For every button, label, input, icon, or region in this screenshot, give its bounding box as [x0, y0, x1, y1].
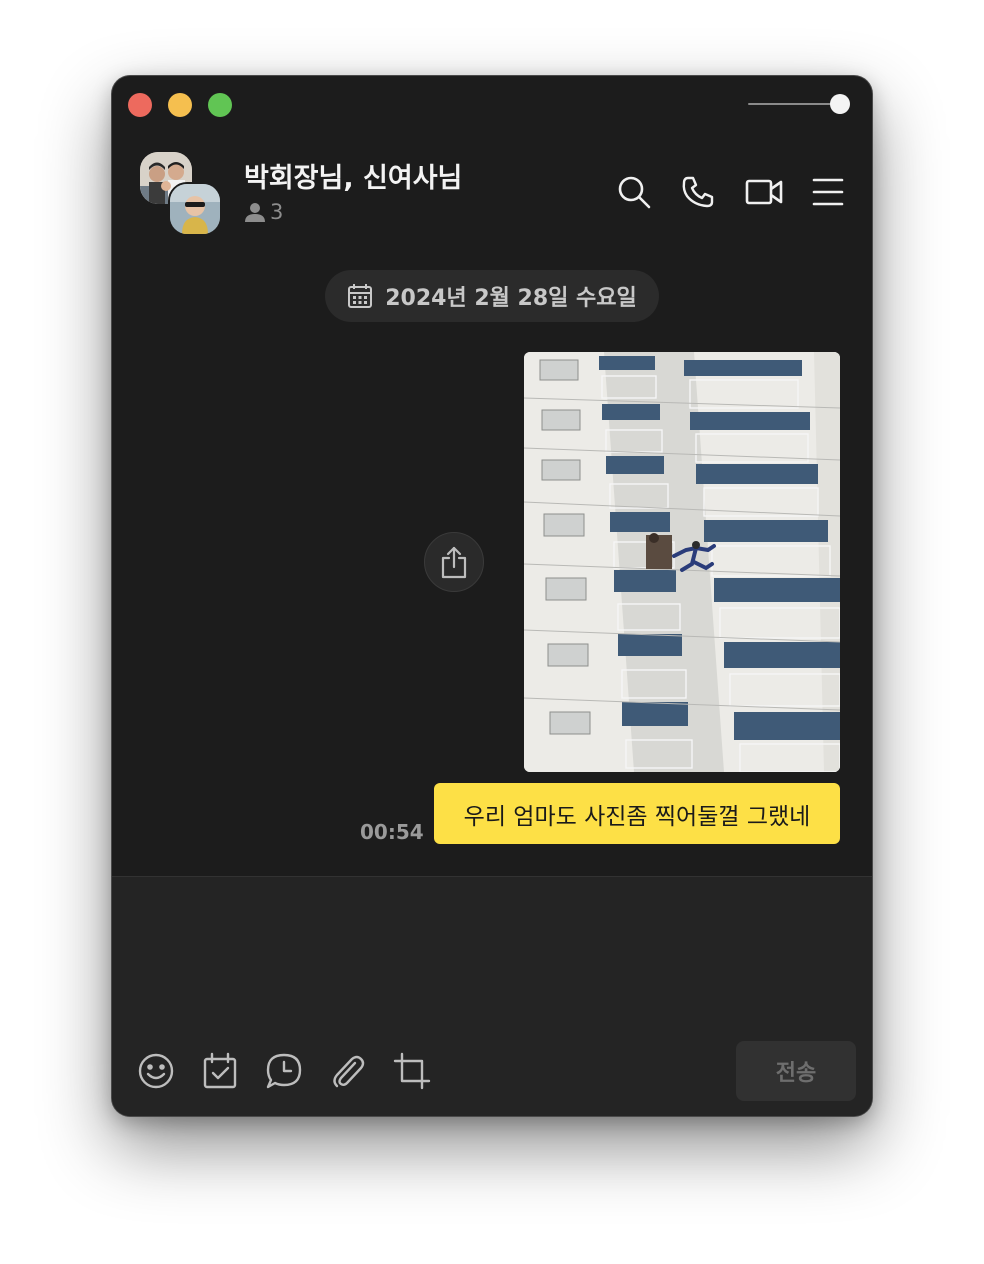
send-button[interactable]: 전송 [736, 1041, 856, 1101]
composer: 전송 [112, 876, 872, 1116]
room-avatar[interactable] [140, 152, 222, 236]
member-count[interactable]: 3 [244, 200, 283, 224]
emoji-icon[interactable] [136, 1051, 176, 1091]
person-icon [245, 203, 265, 222]
calendar-check-icon[interactable] [200, 1051, 240, 1091]
maximize-window-button[interactable] [208, 93, 232, 117]
minimize-window-button[interactable] [168, 93, 192, 117]
share-icon [441, 546, 467, 579]
message-time: 00:54 [360, 820, 424, 844]
crop-icon[interactable] [392, 1051, 432, 1091]
calendar-icon [348, 284, 373, 308]
message-photo[interactable] [524, 352, 840, 772]
paperclip-icon[interactable] [328, 1051, 368, 1091]
close-window-button[interactable] [128, 93, 152, 117]
member-count-value: 3 [270, 200, 284, 224]
chat-window: 박회장님, 신여사님 3 2024년 2월 28일 수요일 00:54 우리 엄… [112, 76, 872, 1116]
date-divider: 2024년 2월 28일 수요일 [325, 270, 659, 322]
date-label: 2024년 2월 28일 수요일 [385, 286, 637, 311]
opacity-slider-track[interactable] [748, 103, 838, 105]
chat-bubble-clock-icon[interactable] [264, 1051, 304, 1091]
message-input[interactable] [132, 893, 856, 1037]
message-bubble[interactable]: 우리 엄마도 사진좀 찍어둘껄 그랬네 [434, 783, 840, 844]
avatar [168, 182, 222, 236]
share-button[interactable] [424, 532, 484, 592]
search-icon[interactable] [616, 174, 652, 210]
opacity-slider-knob[interactable] [830, 94, 850, 114]
video-call-icon[interactable] [744, 174, 784, 210]
room-title: 박회장님, 신여사님 [244, 163, 463, 194]
phone-icon[interactable] [680, 174, 716, 210]
menu-icon[interactable] [810, 174, 846, 210]
